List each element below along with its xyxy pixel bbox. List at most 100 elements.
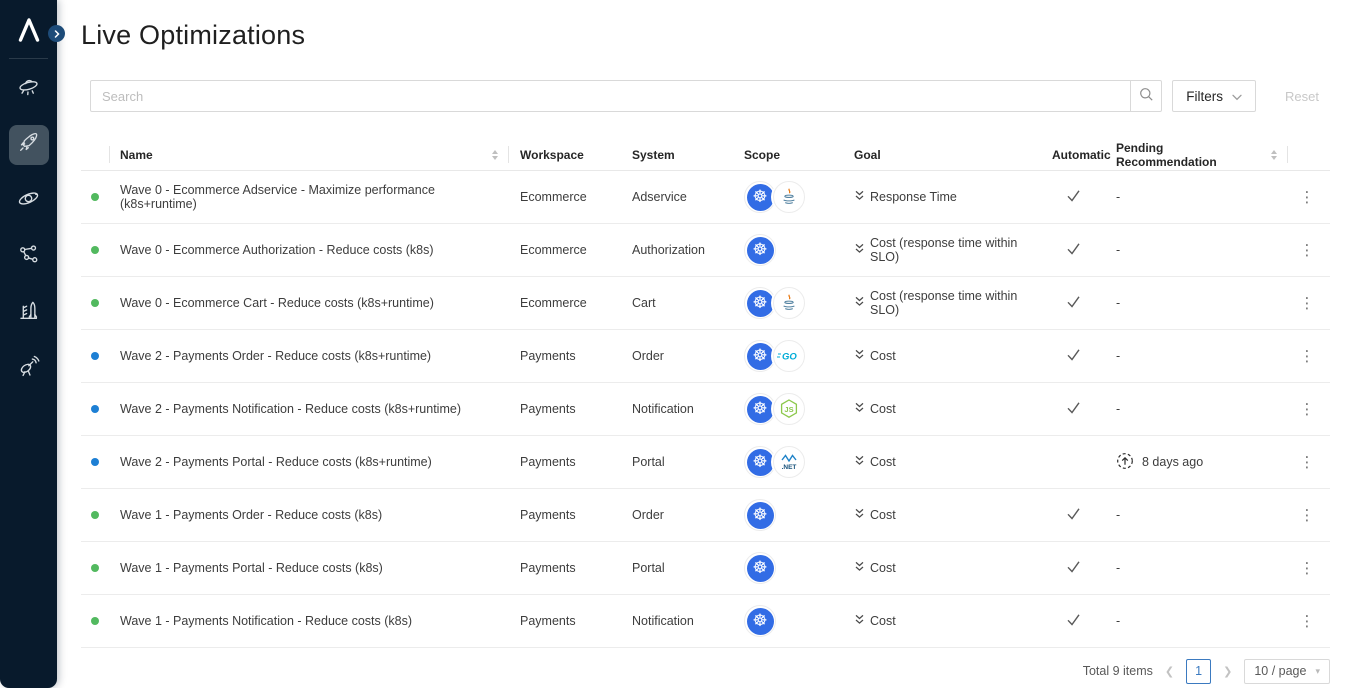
chevron-right-icon[interactable]: ❯ (1219, 663, 1236, 680)
svg-text:.NET: .NET (782, 464, 797, 471)
row-menu-button[interactable]: ⋮ (1294, 345, 1321, 368)
toolbar: Filters Reset (90, 80, 1330, 112)
pending-cell: - (1105, 330, 1288, 382)
column-header-scope: Scope (733, 139, 843, 170)
chevron-left-icon[interactable]: ❮ (1161, 663, 1178, 680)
sidebar-item-launchpad[interactable] (9, 293, 49, 333)
automatic-cell (1041, 489, 1105, 541)
sidebar-item-network[interactable] (9, 237, 49, 277)
automatic-cell (1041, 436, 1105, 488)
system-cell: Notification (621, 595, 733, 647)
optimization-name[interactable]: Wave 2 - Payments Notification - Reduce … (109, 383, 509, 435)
table-row[interactable]: Wave 1 - Payments Order - Reduce costs (… (81, 489, 1330, 542)
row-menu-button[interactable]: ⋮ (1294, 239, 1321, 262)
automatic-cell (1041, 383, 1105, 435)
orbit-icon (16, 186, 41, 216)
automatic-cell (1041, 330, 1105, 382)
page-title: Live Optimizations (81, 0, 1330, 51)
optimization-name[interactable]: Wave 2 - Payments Portal - Reduce costs … (109, 436, 509, 488)
network-icon (16, 242, 41, 272)
row-menu-button[interactable]: ⋮ (1294, 292, 1321, 315)
sidebar-item-rocket[interactable] (9, 125, 49, 165)
goal-cell: Cost (843, 330, 1041, 382)
system-cell: Portal (621, 436, 733, 488)
table-row[interactable]: Wave 2 - Payments Order - Reduce costs (… (81, 330, 1330, 383)
page-size-label: 10 / page (1254, 664, 1306, 678)
workspace-cell: Ecommerce (509, 224, 621, 276)
pending-cell: 8 days ago (1105, 436, 1288, 488)
pending-recommendation-text: - (1116, 243, 1120, 257)
column-header-pending[interactable]: Pending Recommendation (1105, 139, 1288, 170)
row-menu-button[interactable]: ⋮ (1294, 451, 1321, 474)
row-menu-button[interactable]: ⋮ (1294, 557, 1321, 580)
goal-text: Cost (870, 455, 896, 469)
column-label: Goal (854, 148, 1030, 162)
goal-cell: Cost (843, 595, 1041, 647)
optimization-name[interactable]: Wave 1 - Payments Order - Reduce costs (… (109, 489, 509, 541)
check-icon (1065, 188, 1082, 206)
page-size-select[interactable]: 10 / page ▾ (1244, 659, 1330, 684)
optimization-name[interactable]: Wave 2 - Payments Order - Reduce costs (… (109, 330, 509, 382)
optimization-name[interactable]: Wave 1 - Payments Notification - Reduce … (109, 595, 509, 647)
table-row[interactable]: Wave 1 - Payments Portal - Reduce costs … (81, 542, 1330, 595)
scope-cell: ☸JS (733, 383, 843, 435)
optimization-name[interactable]: Wave 1 - Payments Portal - Reduce costs … (109, 542, 509, 594)
system-cell: Order (621, 489, 733, 541)
column-header-actions (1288, 139, 1326, 170)
goal-text: Cost (870, 508, 896, 522)
table-row[interactable]: Wave 0 - Ecommerce Cart - Reduce costs (… (81, 277, 1330, 330)
automatic-cell (1041, 595, 1105, 647)
sort-carets-icon[interactable] (1271, 150, 1277, 160)
status-dot (91, 299, 99, 307)
page-number-button[interactable]: 1 (1186, 659, 1211, 684)
optimization-name[interactable]: Wave 0 - Ecommerce Cart - Reduce costs (… (109, 277, 509, 329)
optimization-name[interactable]: Wave 0 - Ecommerce Adservice - Maximize … (109, 171, 509, 223)
table-row[interactable]: Wave 0 - Ecommerce Authorization - Reduc… (81, 224, 1330, 277)
row-menu-button[interactable]: ⋮ (1294, 504, 1321, 527)
minimize-icon (854, 614, 865, 628)
goal-cell: Cost (response time within SLO) (843, 224, 1041, 276)
row-menu-button[interactable]: ⋮ (1294, 186, 1321, 209)
sidebar-item-spaceship[interactable] (9, 69, 49, 109)
pending-cell: - (1105, 383, 1288, 435)
sidebar-nav (0, 69, 57, 389)
search-button[interactable] (1131, 80, 1162, 112)
system-cell: Adservice (621, 171, 733, 223)
pending-cell: - (1105, 542, 1288, 594)
column-label: Scope (744, 148, 832, 162)
goal-text: Cost (870, 349, 896, 363)
pending-recommendation-text: - (1116, 561, 1120, 575)
reset-button[interactable]: Reset (1277, 80, 1327, 112)
workspace-cell: Payments (509, 383, 621, 435)
table-row[interactable]: Wave 1 - Payments Notification - Reduce … (81, 595, 1330, 648)
pending-recommendation-text: - (1116, 402, 1120, 416)
sidebar-expand-button[interactable] (48, 25, 65, 42)
pagination-total: Total 9 items (1083, 664, 1153, 678)
status-dot (91, 617, 99, 625)
minimize-icon (854, 402, 865, 416)
kubernetes-icon: ☸ (744, 552, 776, 584)
sidebar-item-satellite[interactable] (9, 349, 49, 389)
check-icon (1065, 347, 1082, 365)
filters-button[interactable]: Filters (1172, 80, 1256, 112)
pending-recommendation-text: - (1116, 614, 1120, 628)
status-dot (91, 405, 99, 413)
table-row[interactable]: Wave 0 - Ecommerce Adservice - Maximize … (81, 171, 1330, 224)
svg-text:JS: JS (784, 405, 793, 414)
scope-cell: ☸ (733, 542, 843, 594)
row-menu-button[interactable]: ⋮ (1294, 398, 1321, 421)
search-input[interactable] (90, 80, 1131, 112)
workspace-cell: Payments (509, 489, 621, 541)
optimizations-table: NameWorkspaceSystemScopeGoalAutomaticPen… (81, 139, 1330, 648)
column-header-name[interactable]: Name (109, 139, 509, 170)
status-dot (91, 564, 99, 572)
check-icon (1065, 506, 1082, 524)
sort-carets-icon[interactable] (492, 150, 498, 160)
sidebar-item-orbit[interactable] (9, 181, 49, 221)
goal-text: Cost (870, 614, 896, 628)
optimization-name[interactable]: Wave 0 - Ecommerce Authorization - Reduc… (109, 224, 509, 276)
main-content: Live Optimizations Filters Reset NameWor… (57, 0, 1352, 684)
table-row[interactable]: Wave 2 - Payments Portal - Reduce costs … (81, 436, 1330, 489)
row-menu-button[interactable]: ⋮ (1294, 610, 1321, 633)
table-row[interactable]: Wave 2 - Payments Notification - Reduce … (81, 383, 1330, 436)
